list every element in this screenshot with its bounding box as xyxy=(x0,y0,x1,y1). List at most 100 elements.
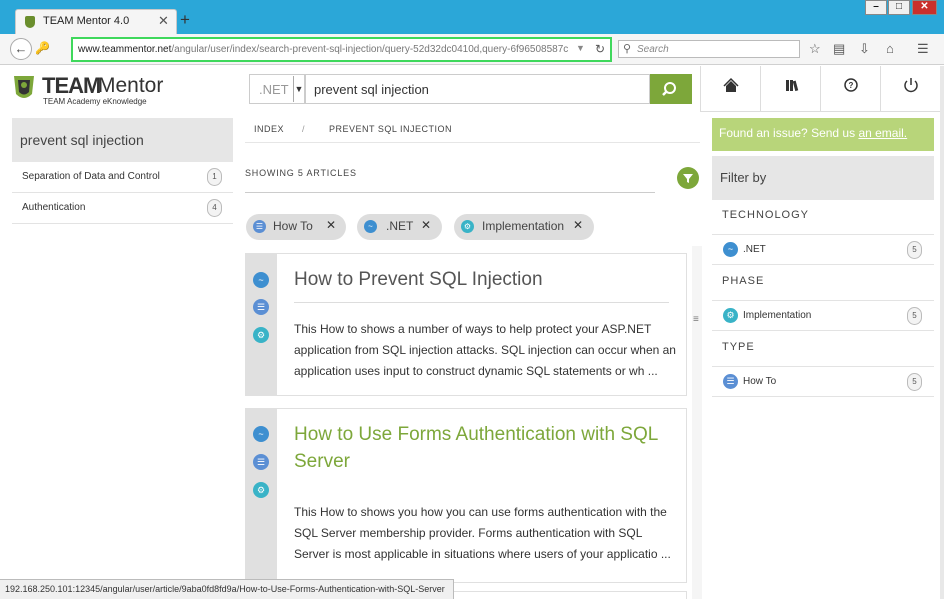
menu-icon[interactable]: ☰ xyxy=(917,41,929,57)
search-placeholder: Search xyxy=(637,44,669,55)
browser-search-field[interactable]: ⚲ Search xyxy=(618,40,800,58)
card-icon-rail: ~ ☰ ⚙ xyxy=(246,254,277,395)
count-badge: 5 xyxy=(907,241,922,259)
count-badge: 5 xyxy=(907,307,922,325)
tab-close-icon[interactable]: ✕ xyxy=(158,13,169,29)
category-value: .NET xyxy=(259,82,289,97)
browser-tab[interactable]: TEAM Mentor 4.0 ✕ xyxy=(15,9,177,34)
search-icon xyxy=(662,82,676,96)
facet-item-how-to[interactable]: ☰ How To 5 xyxy=(712,366,934,397)
new-tab-button[interactable]: + xyxy=(180,11,190,28)
divider xyxy=(245,192,655,193)
list-icon: ☰ xyxy=(253,220,266,233)
facet-label: How To xyxy=(743,376,777,387)
help-icon: ? xyxy=(844,78,858,92)
dotnet-icon: ~ xyxy=(253,426,269,442)
funnel-icon xyxy=(683,174,693,183)
article-card[interactable]: ~ ☰ ⚙ How to Prevent SQL Injection This … xyxy=(245,253,687,396)
nav-library[interactable] xyxy=(761,66,821,111)
chevron-down-icon: ▼ xyxy=(293,76,304,102)
left-panel-heading: prevent sql injection xyxy=(12,118,233,162)
chip-label: How To xyxy=(273,219,313,233)
filter-heading: Filter by xyxy=(712,156,934,200)
logo-mentor: Mentor xyxy=(98,74,164,97)
library-icon xyxy=(786,80,799,92)
results-scrollbar[interactable]: ≡ xyxy=(692,246,702,599)
reading-list-icon[interactable]: ▤ xyxy=(833,41,845,57)
download-icon[interactable]: ⇩ xyxy=(859,41,870,57)
nav-logout[interactable] xyxy=(881,66,941,111)
scroll-grip-icon[interactable]: ≡ xyxy=(693,314,699,325)
category-select[interactable]: .NET ▼ xyxy=(249,74,305,104)
url-dropdown-icon[interactable]: ▼ xyxy=(576,43,585,53)
logo[interactable]: TEAM Mentor TEAM Academy eKnowledge xyxy=(12,73,164,106)
chip-remove-icon[interactable]: ✕ xyxy=(421,218,431,232)
article-summary: This How to shows a number of ways to he… xyxy=(294,322,676,378)
facet-item-implementation[interactable]: ⚙ Implementation 5 xyxy=(712,300,934,331)
logo-tagline: TEAM Academy eKnowledge xyxy=(43,97,147,106)
search-input[interactable] xyxy=(305,74,650,104)
chip-remove-icon[interactable]: ✕ xyxy=(326,218,336,232)
divider xyxy=(294,302,669,303)
home-icon xyxy=(723,77,739,92)
page-scrollbar[interactable] xyxy=(940,66,944,599)
shield-icon xyxy=(25,16,35,28)
close-window-button[interactable]: ✕ xyxy=(912,0,937,15)
dotnet-icon: ~ xyxy=(364,220,377,233)
search-button[interactable] xyxy=(650,74,692,104)
nav-home[interactable] xyxy=(701,66,761,111)
key-icon[interactable]: 🔑 xyxy=(35,41,50,55)
facet-title-phase: PHASE xyxy=(722,275,765,287)
issue-banner: Found an issue? Send us an email. xyxy=(712,118,934,151)
issue-text: Found an issue? Send us xyxy=(719,126,859,140)
facet-title-technology: TECHNOLOGY xyxy=(722,209,810,221)
top-nav: ? xyxy=(700,66,941,112)
reload-icon[interactable]: ↻ xyxy=(595,42,605,56)
list-icon: ☰ xyxy=(723,374,738,389)
issue-email-link[interactable]: an email. xyxy=(858,126,907,140)
logo-team: TEAM xyxy=(42,73,101,98)
facet-label: Implementation xyxy=(743,310,812,321)
chip-dotnet: ~ .NET ✕ xyxy=(357,214,442,240)
url-host: www.teammentor.net xyxy=(78,44,172,55)
gear-icon: ⚙ xyxy=(461,220,474,233)
chip-implementation: ⚙ Implementation ✕ xyxy=(454,214,594,240)
article-card[interactable]: ~ ☰ ⚙ How to Use Forms Authentication wi… xyxy=(245,408,687,583)
left-panel: prevent sql injection Separation of Data… xyxy=(12,118,233,224)
gear-icon: ⚙ xyxy=(253,482,269,498)
dotnet-icon: ~ xyxy=(723,242,738,257)
back-button[interactable]: ← xyxy=(10,38,32,60)
article-title[interactable]: How to Prevent SQL Injection xyxy=(294,266,669,293)
facet-item-dotnet[interactable]: ~ .NET 5 xyxy=(712,234,934,265)
mentor-logo-icon xyxy=(14,76,34,98)
search-icon: ⚲ xyxy=(623,43,632,55)
minimize-button[interactable]: – xyxy=(865,0,887,15)
address-bar[interactable]: www.teammentor.net/angular/user/index/se… xyxy=(71,37,612,62)
dotnet-icon: ~ xyxy=(253,272,269,288)
chip-remove-icon[interactable]: ✕ xyxy=(573,218,583,232)
bookmark-star-icon[interactable]: ☆ xyxy=(809,41,821,57)
home-icon[interactable]: ⌂ xyxy=(886,41,894,56)
filter-button[interactable] xyxy=(677,167,699,189)
article-summary: This How to shows you how you can use fo… xyxy=(294,505,671,561)
nav-help[interactable]: ? xyxy=(821,66,881,111)
list-icon: ☰ xyxy=(253,299,269,315)
count-badge: 1 xyxy=(207,168,222,186)
page: TEAM Mentor TEAM Academy eKnowledge .NET… xyxy=(0,66,944,599)
left-item-label: Separation of Data and Control xyxy=(22,171,160,182)
count-badge: 5 xyxy=(907,373,922,391)
count-badge: 4 xyxy=(207,199,222,217)
power-icon xyxy=(904,78,918,93)
browser-titlebar: TEAM Mentor 4.0 ✕ + – □ ✕ xyxy=(0,0,944,34)
article-title[interactable]: How to Use Forms Authentication with SQL… xyxy=(294,421,669,475)
left-item-separation[interactable]: Separation of Data and Control 1 xyxy=(12,162,233,193)
breadcrumb-index[interactable]: INDEX xyxy=(254,124,284,134)
browser-navbar: ← 🔑 www.teammentor.net/angular/user/inde… xyxy=(0,34,944,65)
maximize-button[interactable]: □ xyxy=(888,0,910,15)
left-item-authentication[interactable]: Authentication 4 xyxy=(12,193,233,224)
chip-how-to: ☰ How To ✕ xyxy=(246,214,346,240)
svg-text:?: ? xyxy=(849,81,854,90)
left-item-label: Authentication xyxy=(22,202,86,213)
breadcrumb-separator: / xyxy=(302,124,306,134)
tab-title: TEAM Mentor 4.0 xyxy=(43,15,130,27)
